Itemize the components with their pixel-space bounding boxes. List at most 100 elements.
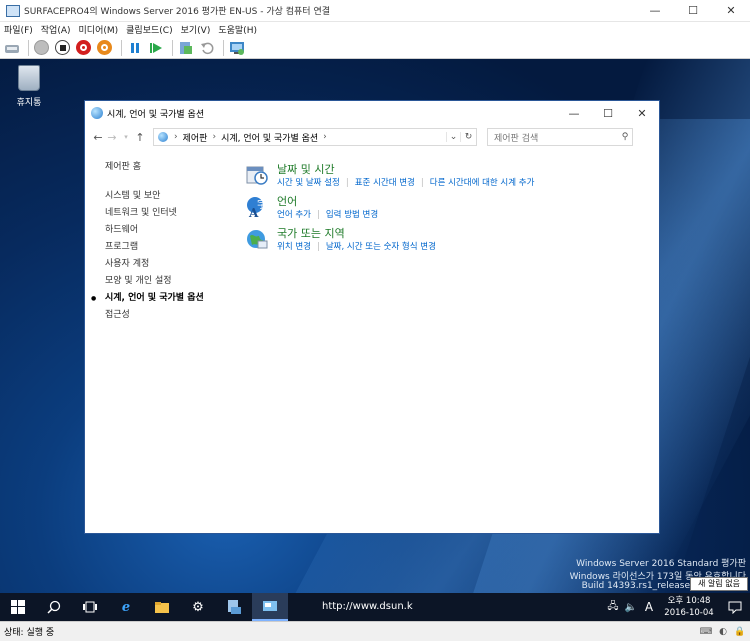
task-view-icon[interactable] xyxy=(72,593,108,621)
category-title-date-time[interactable]: 날짜 및 시간 xyxy=(277,163,540,177)
language-icon[interactable]: A 字 xyxy=(245,195,269,219)
svg-text:字: 字 xyxy=(257,198,267,211)
settings-gear-icon[interactable]: ⚙ xyxy=(180,593,216,621)
control-panel-icon xyxy=(91,107,103,119)
link-set-time-date[interactable]: 시간 및 날짜 설정 xyxy=(277,177,340,189)
link-add-clocks[interactable]: 다른 시간대에 대한 시계 추가 xyxy=(430,177,535,189)
menu-file[interactable]: 파일(F) xyxy=(4,23,33,36)
revert-icon[interactable] xyxy=(198,39,215,56)
control-panel-home-link[interactable]: 제어판 홈 xyxy=(105,159,245,172)
vm-titlebar: SURFACEPRO4의 Windows Server 2016 평가판 EN-… xyxy=(0,0,750,22)
ime-indicator[interactable]: A xyxy=(642,600,656,614)
menu-action[interactable]: 작업(A) xyxy=(41,23,71,36)
menu-view[interactable]: 보기(V) xyxy=(181,23,211,36)
category-region: 국가 또는 지역 위치 변경 | 날짜, 시간 또는 숫자 형식 변경 xyxy=(245,227,655,253)
cp-close-button[interactable]: ✕ xyxy=(625,107,659,120)
back-arrow-icon[interactable]: ← xyxy=(91,131,105,144)
toolbar-separator xyxy=(172,39,173,56)
reset-icon[interactable] xyxy=(147,39,164,56)
breadcrumb-clock-language[interactable]: 시계, 언어 및 국가별 옵션 xyxy=(221,131,318,144)
minimize-button[interactable]: — xyxy=(636,0,674,22)
windows-logo-icon xyxy=(11,600,25,614)
control-panel-taskbar-icon[interactable] xyxy=(252,593,288,621)
save-icon[interactable] xyxy=(96,39,113,56)
vm-connect-icon xyxy=(6,4,20,17)
nav-hardware[interactable]: 하드웨어 xyxy=(105,222,245,239)
vm-menubar: 파일(F) 작업(A) 미디어(M) 클립보드(C) 보기(V) 도움말(H) xyxy=(0,22,750,37)
control-panel-window: 시계, 언어 및 국가별 옵션 — ☐ ✕ ← → ▾ ↑ › 제어판 › 시계… xyxy=(84,100,660,534)
close-button[interactable]: ✕ xyxy=(712,0,750,22)
nav-programs[interactable]: 프로그램 xyxy=(105,239,245,256)
file-explorer-icon[interactable] xyxy=(144,593,180,621)
recycle-bin[interactable]: 휴지통 xyxy=(10,65,48,108)
start-icon[interactable] xyxy=(33,39,50,56)
breadcrumb-control-panel[interactable]: 제어판 xyxy=(183,131,208,144)
search-placeholder: 제어판 검색 xyxy=(494,133,539,144)
menu-clipboard[interactable]: 클립보드(C) xyxy=(126,23,172,36)
nav-system-security[interactable]: 시스템 및 보안 xyxy=(105,188,245,205)
recent-dropdown-icon[interactable]: ▾ xyxy=(119,133,133,141)
clock-time: 오후 10:48 xyxy=(667,596,711,606)
server-manager-icon[interactable] xyxy=(216,593,252,621)
notification-tooltip: 새 알림 없음 xyxy=(690,577,748,591)
navigation-bar: ← → ▾ ↑ › 제어판 › 시계, 언어 및 국가별 옵션 › ⌄ ↻ 제어… xyxy=(85,125,659,149)
menu-help[interactable]: 도움말(H) xyxy=(218,23,257,36)
recycle-bin-label: 휴지통 xyxy=(16,98,42,108)
url-watermark-text: http://www.dsun.k xyxy=(322,601,413,612)
nav-user-accounts[interactable]: 사용자 계정 xyxy=(105,256,245,273)
lock-icon: 🔒 xyxy=(734,626,746,637)
search-taskbar-icon[interactable] xyxy=(36,593,72,621)
category-list: 날짜 및 시간 시간 및 날짜 설정 | 표준 시간대 변경 | 다른 시간대에… xyxy=(245,163,655,259)
link-change-time-zone[interactable]: 표준 시간대 변경 xyxy=(355,177,415,189)
link-change-input-method[interactable]: 입력 방법 변경 xyxy=(326,209,378,221)
category-language: A 字 언어 언어 추가 | 입력 방법 변경 xyxy=(245,195,655,221)
menu-media[interactable]: 미디어(M) xyxy=(79,23,119,36)
vm-window-title: SURFACEPRO4의 Windows Server 2016 평가판 EN-… xyxy=(24,7,330,17)
category-title-language[interactable]: 언어 xyxy=(277,195,384,209)
cp-minimize-button[interactable]: — xyxy=(557,107,591,120)
category-date-time: 날짜 및 시간 시간 및 날짜 설정 | 표준 시간대 변경 | 다른 시간대에… xyxy=(245,163,655,189)
nav-ease-of-access[interactable]: 접근성 xyxy=(105,307,245,324)
vm-toolbar xyxy=(0,37,750,59)
search-icon[interactable]: ⚲ xyxy=(618,132,632,142)
toolbar-separator xyxy=(28,39,29,56)
link-add-language[interactable]: 언어 추가 xyxy=(277,209,311,221)
taskbar-clock[interactable]: 오후 10:48 2016-10-04 xyxy=(662,595,716,619)
turn-off-icon[interactable] xyxy=(54,39,71,56)
clock-calendar-icon[interactable] xyxy=(245,163,269,187)
search-input[interactable]: 제어판 검색 ⚲ xyxy=(487,128,633,146)
cp-maximize-button[interactable]: ☐ xyxy=(591,107,625,120)
link-change-location[interactable]: 위치 변경 xyxy=(277,241,311,253)
shutdown-icon[interactable] xyxy=(75,39,92,56)
ctrl-alt-del-icon[interactable] xyxy=(3,39,20,56)
internet-explorer-icon[interactable]: e xyxy=(108,593,144,621)
address-bar[interactable]: › 제어판 › 시계, 언어 및 국가별 옵션 › ⌄ ↻ xyxy=(153,128,477,146)
chevron-right-icon[interactable]: › xyxy=(174,132,178,142)
chevron-right-icon[interactable]: › xyxy=(212,132,216,142)
globe-icon[interactable] xyxy=(245,227,269,251)
category-title-region[interactable]: 국가 또는 지역 xyxy=(277,227,442,241)
pause-icon[interactable] xyxy=(126,39,143,56)
start-button[interactable] xyxy=(0,593,36,621)
checkpoint-icon[interactable] xyxy=(177,39,194,56)
network-icon[interactable]: 🖧 xyxy=(606,599,620,616)
nav-clock-language-region[interactable]: 시계, 언어 및 국가별 옵션 xyxy=(91,290,245,307)
refresh-icon[interactable]: ↻ xyxy=(460,132,476,142)
taskbar: e ⚙ http://www.dsun.k 🖧 🔈 A 오후 10:48 201… xyxy=(0,593,750,621)
address-control-panel-icon xyxy=(158,132,168,142)
action-center-icon[interactable] xyxy=(720,593,750,621)
nav-network-internet[interactable]: 네트워크 및 인터넷 xyxy=(105,205,245,222)
forward-arrow-icon[interactable]: → xyxy=(105,131,119,144)
address-dropdown-icon[interactable]: ⌄ xyxy=(446,132,460,142)
link-divider: | xyxy=(316,242,320,252)
left-navigation: 제어판 홈 시스템 및 보안 네트워크 및 인터넷 하드웨어 프로그램 사용자 … xyxy=(91,159,245,324)
keyboard-icon: ⌨ xyxy=(699,626,713,637)
maximize-button[interactable]: ☐ xyxy=(674,0,712,22)
chevron-right-icon[interactable]: › xyxy=(323,132,327,142)
up-arrow-icon[interactable]: ↑ xyxy=(133,131,147,144)
nav-appearance[interactable]: 모양 및 개인 설정 xyxy=(105,273,245,290)
volume-muted-icon[interactable]: 🔈 xyxy=(624,602,638,613)
link-change-formats[interactable]: 날짜, 시간 또는 숫자 형식 변경 xyxy=(326,241,436,253)
recycle-bin-icon xyxy=(18,65,40,91)
enhanced-session-icon[interactable] xyxy=(228,39,245,56)
